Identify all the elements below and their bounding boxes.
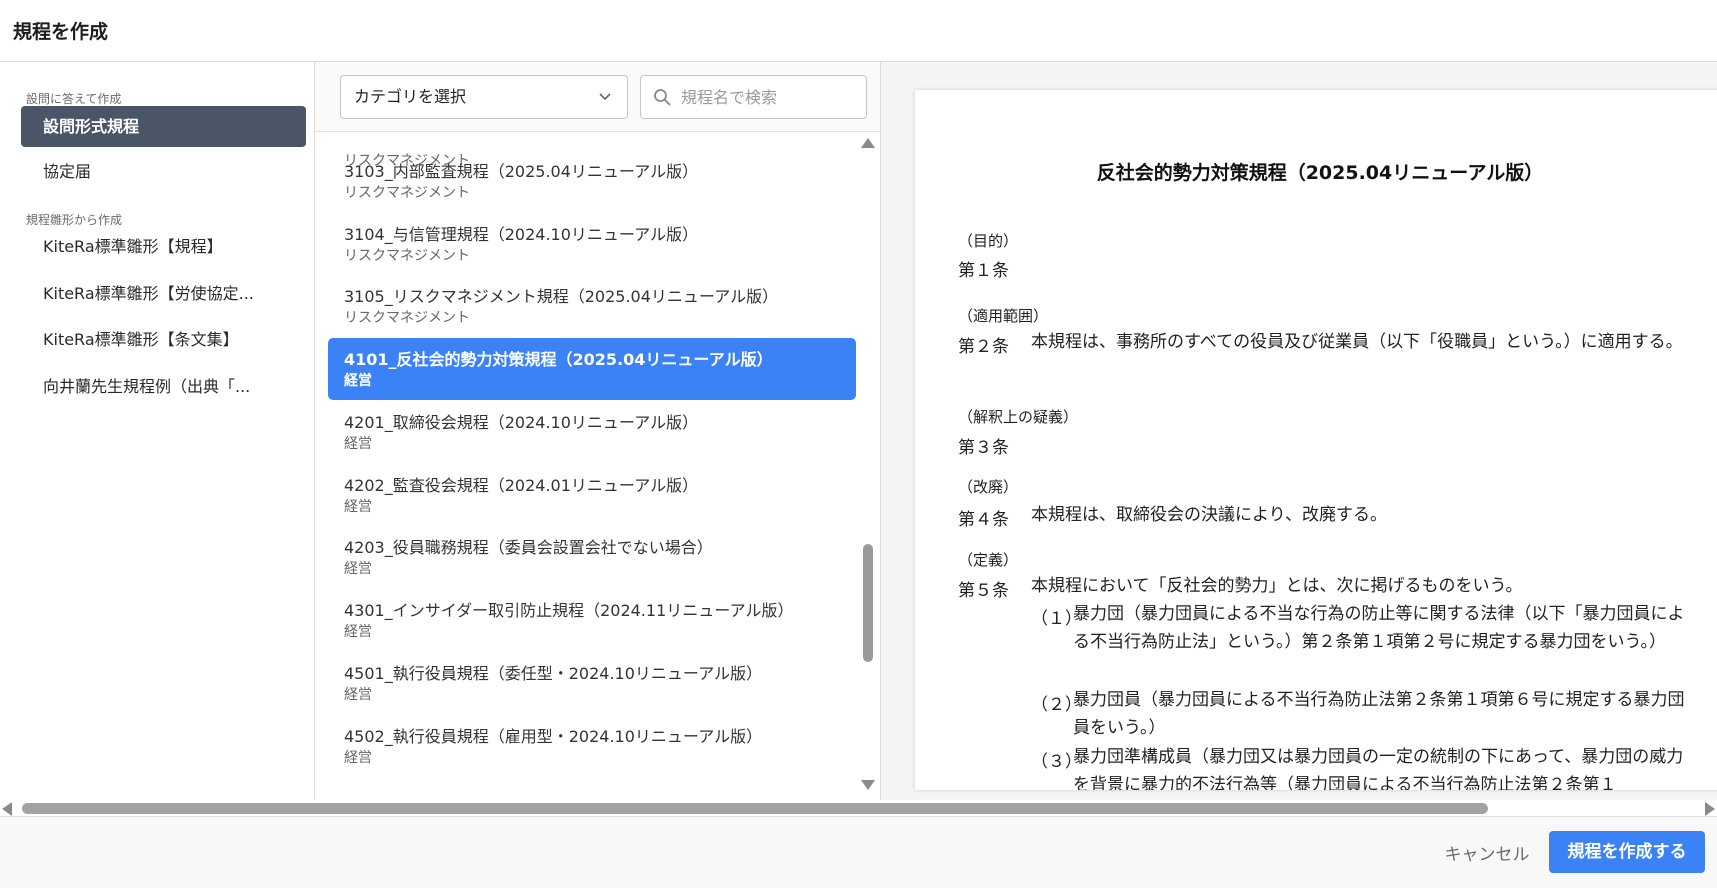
list-item-name: 4203_役員職務規程（委員会設置会社でない場合） (344, 538, 713, 557)
article-number: 第５条 (958, 581, 1009, 601)
dialog-header: 規程を作成 (0, 0, 1717, 62)
list-item[interactable]: 4202_監査役会規程（2024.01リニューアル版） 経営 (328, 464, 856, 526)
category-select-value: カテゴリを選択 (354, 87, 467, 106)
list-item[interactable]: 4502_執行役員規程（雇用型・2024.10リニューアル版） 経営 (328, 715, 856, 777)
scroll-up-arrow-icon[interactable] (861, 138, 875, 148)
article-heading: （解釈上の疑義） (958, 408, 1079, 426)
sidebar-item-kitera-labor-agreements[interactable]: KiteRa標準雛形【労使協定... (21, 273, 306, 314)
article-number: 第３条 (958, 438, 1009, 458)
list-item-category: 経営 (344, 687, 372, 703)
article-body: 本規程において「反社会的勢力」とは、次に掲げるものをいう。 (1031, 576, 1523, 596)
vertical-scrollbar-thumb[interactable] (863, 544, 873, 662)
list-item[interactable]: 4501_執行役員規程（委任型・2024.10リニューアル版） 経営 (328, 652, 856, 714)
article-body: 本規程は、取締役会の決議により、改廃する。 (1031, 505, 1387, 525)
sidebar: 設問に答えて作成 設問形式規程 協定届 規程雛形から作成 KiteRa標準雛形【… (0, 62, 315, 800)
search-input[interactable] (681, 85, 856, 109)
list-item[interactable]: 3105_リスクマネジメント規程（2025.04リニューアル版） リスクマネジメ… (328, 275, 856, 337)
document-title: 反社会的勢力対策規程（2025.04リニューアル版） (1096, 162, 1544, 184)
list-item[interactable]: 3103_内部監査規程（2025.04リニューアル版） リスクマネジメント (328, 150, 856, 212)
list-item-category: リスクマネジメント (344, 310, 470, 326)
list-item-name: 3105_リスクマネジメント規程（2025.04リニューアル版） (344, 287, 779, 306)
list-item-name: 4502_執行役員規程（雇用型・2024.10リニューアル版） (344, 727, 763, 746)
dialog-footer: キャンセル 規程を作成する (0, 816, 1717, 888)
search-icon (654, 89, 671, 106)
sidebar-item-kitera-rules[interactable]: KiteRa標準雛形【規程】 (21, 226, 306, 267)
list-item-name: 3103_内部監査規程（2025.04リニューアル版） (344, 162, 699, 181)
chevron-down-icon (599, 76, 611, 136)
article-heading: （定義） (958, 551, 1019, 569)
dialog-title: 規程を作成 (13, 21, 109, 43)
sidebar-item-agreement-forms[interactable]: 協定届 (21, 151, 306, 192)
create-rules-button[interactable]: 規程を作成する (1549, 831, 1705, 873)
list-item-selected[interactable]: 4101_反社会的勢力対策規程（2025.04リニューアル版） 経営 (328, 338, 856, 400)
template-list: リスクマネジメント 3103_内部監査規程（2025.04リニューアル版） リス… (315, 132, 880, 792)
article-number: 第２条 (958, 337, 1009, 357)
article-number: 第１条 (958, 261, 1009, 281)
scroll-down-arrow-icon[interactable] (861, 780, 875, 790)
list-item-name: 4501_執行役員規程（委任型・2024.10リニューアル版） (344, 664, 763, 683)
list-item-name: 4201_取締役会規程（2024.10リニューアル版） (344, 413, 699, 432)
item-text: 暴力団準構成員（暴力団又は暴力団員の一定の統制の下にあって、暴力団の威力を背景に… (1073, 747, 1684, 790)
item-text: 暴力団（暴力団員による不当な行為の防止等に関する法律（以下「暴力団員による不当行… (1073, 604, 1685, 652)
list-item[interactable]: 4301_インサイダー取引防止規程（2024.11リニューアル版） 経営 (328, 589, 856, 651)
sidebar-item-questionnaire-rules[interactable]: 設問形式規程 (21, 106, 306, 147)
list-item-category: 経営 (344, 624, 372, 640)
search-box[interactable] (640, 75, 867, 119)
sidebar-item-mukai-examples[interactable]: 向井蘭先生規程例（出典「... (21, 366, 306, 407)
list-item-category: 経営 (344, 373, 372, 389)
category-select[interactable]: カテゴリを選択 (340, 75, 628, 119)
article-heading: （改廃） (958, 478, 1019, 496)
horizontal-scrollbar[interactable] (0, 800, 1717, 816)
list-item[interactable]: 3104_与信管理規程（2024.10リニューアル版） リスクマネジメント (328, 213, 856, 275)
article-body: 本規程は、事務所のすべての役員及び従業員（以下「役職員」という。）に適用する。 (1031, 332, 1683, 352)
sidebar-section-questionnaire: 設問に答えて作成 (26, 92, 122, 106)
list-item-category: 経営 (344, 499, 372, 515)
list-item-name: 4101_反社会的勢力対策規程（2025.04リニューアル版） (344, 350, 773, 369)
list-item[interactable]: 4203_役員職務規程（委員会設置会社でない場合） 経営 (328, 526, 856, 588)
scroll-right-arrow-icon[interactable] (1705, 802, 1715, 816)
list-toolbar: カテゴリを選択 (315, 62, 880, 132)
list-item-category: リスクマネジメント (344, 248, 470, 264)
cancel-button[interactable]: キャンセル (1432, 835, 1542, 875)
horizontal-scrollbar-thumb[interactable] (22, 803, 1488, 814)
preview-pane: 反社会的勢力対策規程（2025.04リニューアル版） （目的） 第１条 （適用範… (881, 62, 1717, 800)
scroll-left-arrow-icon[interactable] (2, 802, 12, 816)
article-heading: （目的） (958, 232, 1019, 250)
template-list-pane: カテゴリを選択 リスクマネジメント 3103_内部監査規程（2025.04リニュ… (315, 62, 881, 800)
article-heading: （適用範囲） (958, 307, 1049, 325)
sidebar-item-kitera-clauses[interactable]: KiteRa標準雛形【条文集】 (21, 319, 306, 360)
list-item-name: 4301_インサイダー取引防止規程（2024.11リニューアル版） (344, 601, 794, 620)
item-text: 暴力団員（暴力団員による不当行為防止法第２条第１項第６号に規定する暴力団員をいう… (1073, 690, 1685, 738)
list-item-name: 3104_与信管理規程（2024.10リニューアル版） (344, 225, 699, 244)
list-item-name: 4202_監査役会規程（2024.01リニューアル版） (344, 476, 699, 495)
document-preview: 反社会的勢力対策規程（2025.04リニューアル版） （目的） 第１条 （適用範… (915, 90, 1717, 790)
list-item-category: 経営 (344, 750, 372, 766)
article-number: 第４条 (958, 510, 1009, 530)
list-item-category: 経営 (344, 436, 372, 452)
list-item-category: リスクマネジメント (344, 185, 470, 201)
list-item[interactable]: 4201_取締役会規程（2024.10リニューアル版） 経営 (328, 401, 856, 463)
list-item-category: 経営 (344, 561, 372, 577)
